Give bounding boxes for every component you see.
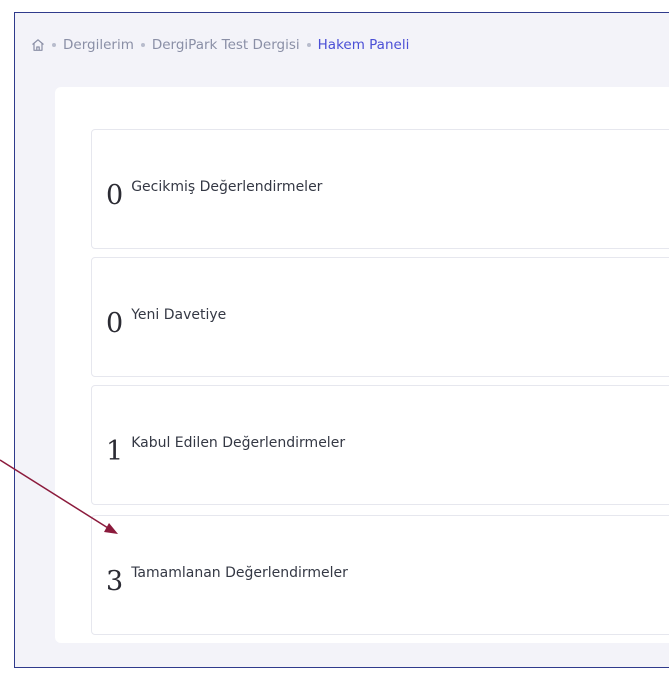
accepted-label: Kabul Edilen Değerlendirmeler xyxy=(131,435,346,451)
card-overdue-reviews[interactable]: 0 Gecikmiş Değerlendirmeler xyxy=(91,129,669,249)
breadcrumb: Dergilerim DergiPark Test Dergisi Hakem … xyxy=(31,35,409,55)
card-completed-reviews[interactable]: 3 Tamamlanan Değerlendirmeler xyxy=(91,515,669,635)
home-icon[interactable] xyxy=(31,38,45,52)
completed-count: 3 xyxy=(106,565,124,597)
breadcrumb-separator xyxy=(52,43,56,47)
invitations-label: Yeni Davetiye xyxy=(131,307,227,323)
screenshot-frame: Dergilerim DergiPark Test Dergisi Hakem … xyxy=(14,12,669,668)
overdue-label: Gecikmiş Değerlendirmeler xyxy=(131,179,323,195)
breadcrumb-journal[interactable]: DergiPark Test Dergisi xyxy=(152,37,300,53)
breadcrumb-separator xyxy=(140,43,145,47)
breadcrumb-current-page: Hakem Paneli xyxy=(317,37,410,53)
completed-label: Tamamlanan Değerlendirmeler xyxy=(131,565,348,581)
invitations-count: 0 xyxy=(106,307,124,339)
breadcrumb-dergilerim[interactable]: Dergilerim xyxy=(63,37,134,53)
card-new-invitations[interactable]: 0 Yeni Davetiye xyxy=(91,257,669,377)
accepted-count: 1 xyxy=(106,435,124,467)
reviewer-panel: 0 Gecikmiş Değerlendirmeler 0 Yeni Davet… xyxy=(55,87,669,643)
card-accepted-reviews[interactable]: 1 Kabul Edilen Değerlendirmeler xyxy=(91,385,669,505)
breadcrumb-separator xyxy=(306,43,311,47)
overdue-count: 0 xyxy=(106,179,124,211)
